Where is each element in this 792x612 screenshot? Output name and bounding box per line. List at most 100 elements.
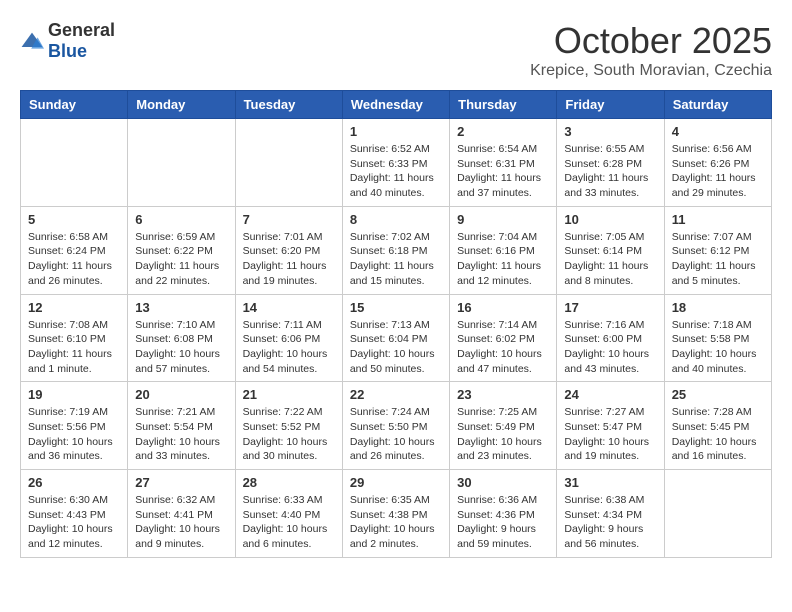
day-info: Sunrise: 6:55 AM Sunset: 6:28 PM Dayligh… [564, 142, 656, 201]
day-number: 21 [243, 387, 335, 402]
day-number: 26 [28, 475, 120, 490]
day-number: 13 [135, 300, 227, 315]
day-number: 24 [564, 387, 656, 402]
day-number: 27 [135, 475, 227, 490]
logo: General Blue [20, 20, 115, 62]
day-info: Sunrise: 6:54 AM Sunset: 6:31 PM Dayligh… [457, 142, 549, 201]
calendar-cell: 31Sunrise: 6:38 AM Sunset: 4:34 PM Dayli… [557, 470, 664, 558]
calendar-cell: 5 Sunrise: 6:58 AM Sunset: 6:24 PM Daylig… [21, 206, 128, 294]
calendar-week-row: 26 Sunrise: 6:30 AM Sunset: 4:43 PM Dayli… [21, 470, 772, 558]
day-number: 7 [243, 212, 335, 227]
day-info: Sunrise: 7:05 AM Sunset: 6:14 PM Dayligh… [564, 230, 656, 289]
calendar-cell: 8 Sunrise: 7:02 AM Sunset: 6:18 PM Daylig… [342, 206, 449, 294]
calendar-cell: 9Sunrise: 7:04 AM Sunset: 6:16 PM Daylig… [450, 206, 557, 294]
day-info: Sunrise: 7:02 AM Sunset: 6:18 PM Dayligh… [350, 230, 442, 289]
day-of-week-header: Friday [557, 91, 664, 119]
day-info: Sunrise: 7:10 AM Sunset: 6:08 PM Dayligh… [135, 318, 227, 377]
calendar-cell [21, 119, 128, 207]
day-info: Sunrise: 6:33 AM Sunset: 4:40 PM Dayligh… [243, 493, 335, 552]
day-number: 30 [457, 475, 549, 490]
day-info: Sunrise: 7:07 AM Sunset: 6:12 PM Dayligh… [672, 230, 764, 289]
calendar-cell: 25 Sunrise: 7:28 AM Sunset: 5:45 PM Dayli… [664, 382, 771, 470]
calendar-cell: 15 Sunrise: 7:13 AM Sunset: 6:04 PM Dayli… [342, 294, 449, 382]
day-number: 2 [457, 124, 549, 139]
calendar-cell [128, 119, 235, 207]
calendar-table: SundayMondayTuesdayWednesdayThursdayFrid… [20, 90, 772, 558]
calendar-cell: 19 Sunrise: 7:19 AM Sunset: 5:56 PM Dayli… [21, 382, 128, 470]
day-info: Sunrise: 7:08 AM Sunset: 6:10 PM Dayligh… [28, 318, 120, 377]
day-info: Sunrise: 7:28 AM Sunset: 5:45 PM Dayligh… [672, 405, 764, 464]
day-number: 29 [350, 475, 442, 490]
logo-text: General Blue [48, 20, 115, 62]
calendar-header-row: SundayMondayTuesdayWednesdayThursdayFrid… [21, 91, 772, 119]
day-info: Sunrise: 6:36 AM Sunset: 4:36 PM Dayligh… [457, 493, 549, 552]
day-info: Sunrise: 7:13 AM Sunset: 6:04 PM Dayligh… [350, 318, 442, 377]
day-of-week-header: Tuesday [235, 91, 342, 119]
day-number: 20 [135, 387, 227, 402]
calendar-cell: 11 Sunrise: 7:07 AM Sunset: 6:12 PM Dayli… [664, 206, 771, 294]
calendar-cell: 18Sunrise: 7:18 AM Sunset: 5:58 PM Dayli… [664, 294, 771, 382]
calendar-cell: 14 Sunrise: 7:11 AM Sunset: 6:06 PM Dayli… [235, 294, 342, 382]
day-info: Sunrise: 7:14 AM Sunset: 6:02 PM Dayligh… [457, 318, 549, 377]
title-block: October 2025 Krepice, South Moravian, Cz… [530, 20, 772, 80]
day-info: Sunrise: 7:22 AM Sunset: 5:52 PM Dayligh… [243, 405, 335, 464]
calendar-cell: 23 Sunrise: 7:25 AM Sunset: 5:49 PM Dayli… [450, 382, 557, 470]
day-number: 5 [28, 212, 120, 227]
calendar-cell: 10Sunrise: 7:05 AM Sunset: 6:14 PM Dayli… [557, 206, 664, 294]
month-year: October 2025 [530, 20, 772, 62]
page-header: General Blue October 2025 Krepice, South… [20, 20, 772, 80]
day-number: 18 [672, 300, 764, 315]
day-number: 8 [350, 212, 442, 227]
day-of-week-header: Wednesday [342, 91, 449, 119]
calendar-cell: 24Sunrise: 7:27 AM Sunset: 5:47 PM Dayli… [557, 382, 664, 470]
day-number: 16 [457, 300, 549, 315]
calendar-cell: 16 Sunrise: 7:14 AM Sunset: 6:02 PM Dayli… [450, 294, 557, 382]
calendar-cell: 30 Sunrise: 6:36 AM Sunset: 4:36 PM Dayli… [450, 470, 557, 558]
day-info: Sunrise: 7:25 AM Sunset: 5:49 PM Dayligh… [457, 405, 549, 464]
calendar-cell: 26 Sunrise: 6:30 AM Sunset: 4:43 PM Dayli… [21, 470, 128, 558]
day-number: 12 [28, 300, 120, 315]
calendar-cell: 29 Sunrise: 6:35 AM Sunset: 4:38 PM Dayli… [342, 470, 449, 558]
logo-general: General [48, 20, 115, 40]
day-number: 23 [457, 387, 549, 402]
day-of-week-header: Saturday [664, 91, 771, 119]
day-info: Sunrise: 6:35 AM Sunset: 4:38 PM Dayligh… [350, 493, 442, 552]
calendar-cell: 21 Sunrise: 7:22 AM Sunset: 5:52 PM Dayli… [235, 382, 342, 470]
day-info: Sunrise: 7:11 AM Sunset: 6:06 PM Dayligh… [243, 318, 335, 377]
calendar-cell: 17Sunrise: 7:16 AM Sunset: 6:00 PM Dayli… [557, 294, 664, 382]
day-info: Sunrise: 7:21 AM Sunset: 5:54 PM Dayligh… [135, 405, 227, 464]
day-number: 6 [135, 212, 227, 227]
calendar-cell: 13 Sunrise: 7:10 AM Sunset: 6:08 PM Dayli… [128, 294, 235, 382]
calendar-cell: 22Sunrise: 7:24 AM Sunset: 5:50 PM Dayli… [342, 382, 449, 470]
day-number: 11 [672, 212, 764, 227]
day-number: 31 [564, 475, 656, 490]
day-info: Sunrise: 7:24 AM Sunset: 5:50 PM Dayligh… [350, 405, 442, 464]
day-info: Sunrise: 6:59 AM Sunset: 6:22 PM Dayligh… [135, 230, 227, 289]
day-info: Sunrise: 6:56 AM Sunset: 6:26 PM Dayligh… [672, 142, 764, 201]
day-info: Sunrise: 7:19 AM Sunset: 5:56 PM Dayligh… [28, 405, 120, 464]
calendar-cell: 6 Sunrise: 6:59 AM Sunset: 6:22 PM Daylig… [128, 206, 235, 294]
day-info: Sunrise: 7:01 AM Sunset: 6:20 PM Dayligh… [243, 230, 335, 289]
day-info: Sunrise: 6:52 AM Sunset: 6:33 PM Dayligh… [350, 142, 442, 201]
day-info: Sunrise: 6:32 AM Sunset: 4:41 PM Dayligh… [135, 493, 227, 552]
calendar-cell [235, 119, 342, 207]
calendar-cell: 2 Sunrise: 6:54 AM Sunset: 6:31 PM Daylig… [450, 119, 557, 207]
calendar-cell: 4Sunrise: 6:56 AM Sunset: 6:26 PM Daylig… [664, 119, 771, 207]
day-of-week-header: Monday [128, 91, 235, 119]
calendar-cell: 27 Sunrise: 6:32 AM Sunset: 4:41 PM Dayli… [128, 470, 235, 558]
day-number: 9 [457, 212, 549, 227]
day-number: 25 [672, 387, 764, 402]
calendar-week-row: 12 Sunrise: 7:08 AM Sunset: 6:10 PM Dayli… [21, 294, 772, 382]
location: Krepice, South Moravian, Czechia [530, 62, 772, 80]
day-info: Sunrise: 6:30 AM Sunset: 4:43 PM Dayligh… [28, 493, 120, 552]
day-number: 14 [243, 300, 335, 315]
day-number: 15 [350, 300, 442, 315]
day-number: 28 [243, 475, 335, 490]
day-info: Sunrise: 6:58 AM Sunset: 6:24 PM Dayligh… [28, 230, 120, 289]
logo-blue: Blue [48, 41, 87, 61]
calendar-week-row: 5 Sunrise: 6:58 AM Sunset: 6:24 PM Daylig… [21, 206, 772, 294]
calendar-cell: 20 Sunrise: 7:21 AM Sunset: 5:54 PM Dayli… [128, 382, 235, 470]
day-number: 19 [28, 387, 120, 402]
calendar-cell: 28 Sunrise: 6:33 AM Sunset: 4:40 PM Dayli… [235, 470, 342, 558]
calendar-cell: 3Sunrise: 6:55 AM Sunset: 6:28 PM Daylig… [557, 119, 664, 207]
